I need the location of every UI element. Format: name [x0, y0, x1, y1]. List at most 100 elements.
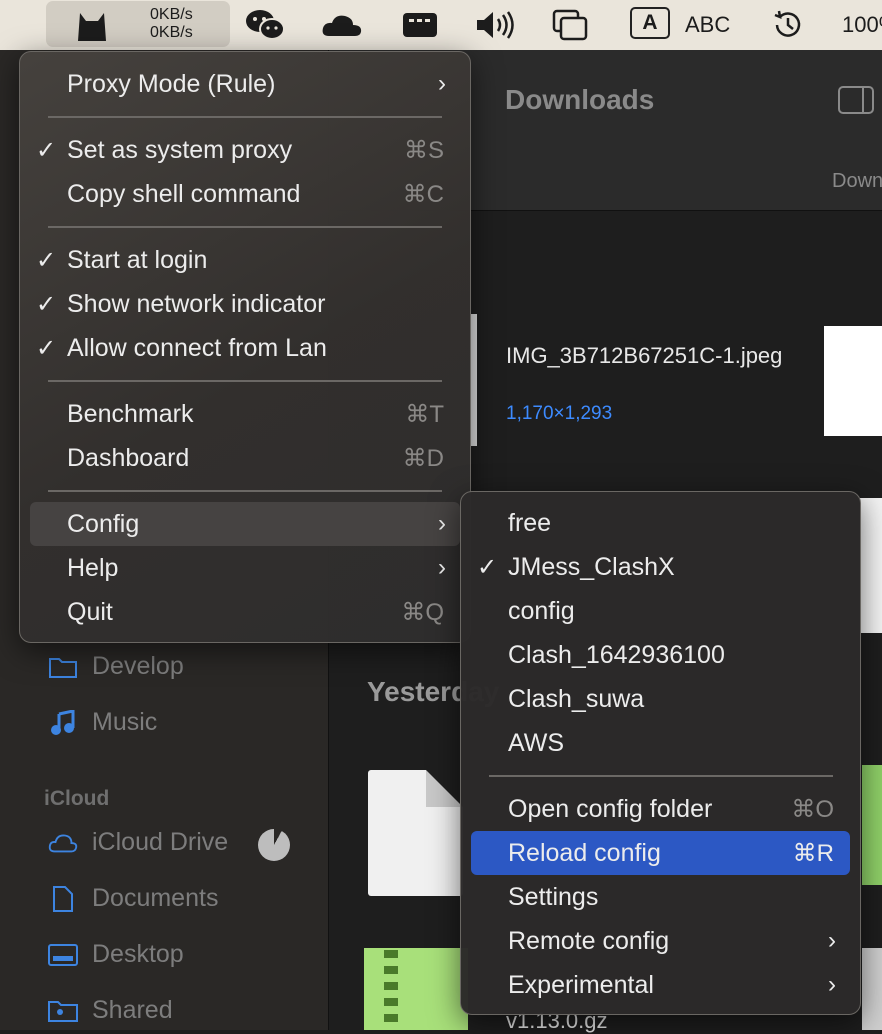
checkmark-icon: ✓	[36, 290, 57, 318]
input-source-badge[interactable]: A	[630, 7, 670, 39]
shortcut-label: ⌘S	[403, 136, 444, 164]
menu-item-label: Benchmark	[67, 399, 194, 428]
menu-item-open-config-folder[interactable]: Open config folder ⌘O	[471, 787, 850, 831]
menu-item-config[interactable]: Config ›	[30, 502, 460, 546]
config-profile-config[interactable]: config	[471, 589, 850, 633]
menu-item-show-network-indicator[interactable]: ✓ Show network indicator	[30, 282, 460, 326]
menu-item-dashboard[interactable]: Dashboard ⌘D	[30, 436, 460, 480]
shared-folder-icon	[48, 997, 78, 1025]
shortcut-label: ⌘T	[405, 400, 444, 428]
menu-item-label: Clash_1642936100	[508, 640, 725, 669]
chevron-right-icon: ›	[828, 927, 836, 954]
clashx-cat-icon[interactable]	[70, 0, 114, 50]
input-source-label[interactable]: ABC	[685, 12, 730, 38]
menu-item-label: Copy shell command	[67, 179, 301, 208]
menu-item-copy-shell-command[interactable]: Copy shell command ⌘C	[30, 172, 460, 216]
menu-item-help[interactable]: Help ›	[30, 546, 460, 590]
shortcut-label: ⌘D	[402, 444, 444, 472]
menu-item-remote-config[interactable]: Remote config ›	[471, 919, 850, 963]
menu-item-label: Quit	[67, 597, 113, 626]
config-profile-aws[interactable]: AWS	[471, 721, 850, 765]
menu-item-label: Reload config	[508, 838, 661, 867]
battery-percent[interactable]: 100%	[842, 12, 882, 38]
sidebar-item-label: Develop	[92, 652, 184, 680]
menu-item-label: free	[508, 508, 552, 537]
menu-item-label: Start at login	[67, 245, 208, 274]
checkmark-icon: ✓	[36, 246, 57, 274]
sidebar-item-develop[interactable]: Develop	[48, 652, 184, 681]
menu-item-settings[interactable]: Settings	[471, 875, 850, 919]
sidebar-item-documents[interactable]: Documents	[48, 884, 218, 913]
window-switch-icon[interactable]	[550, 0, 590, 50]
menu-item-label: Allow connect from Lan	[67, 333, 327, 362]
menu-item-label: Set as system proxy	[67, 135, 293, 164]
sidebar-section-icloud: iCloud	[44, 787, 110, 810]
file-thumbnail[interactable]	[824, 326, 882, 436]
chevron-right-icon: ›	[438, 554, 446, 581]
menu-item-label: Experimental	[508, 970, 654, 999]
chevron-right-icon: ›	[828, 971, 836, 998]
menu-item-set-system-proxy[interactable]: ✓ Set as system proxy ⌘S	[30, 128, 460, 172]
config-profile-free[interactable]: free	[471, 501, 850, 545]
cloud-icon	[48, 829, 78, 857]
menu-item-label: Settings	[508, 882, 599, 911]
menu-item-start-at-login[interactable]: ✓ Start at login	[30, 238, 460, 282]
menu-item-label: Dashboard	[67, 443, 190, 472]
folder-icon	[48, 653, 78, 681]
menubar: 0KB/s 0KB/s A ABC 100%	[0, 0, 882, 50]
menu-item-label: AWS	[508, 728, 565, 757]
onedrive-icon[interactable]	[320, 0, 364, 50]
config-submenu: free ✓ JMess_ClashX config Clash_1642936…	[460, 491, 861, 1015]
config-profile-clash-suwa[interactable]: Clash_suwa	[471, 677, 850, 721]
menu-item-allow-lan[interactable]: ✓ Allow connect from Lan	[30, 326, 460, 370]
menu-item-label: config	[508, 596, 575, 625]
sidebar-item-desktop[interactable]: Desktop	[48, 940, 184, 969]
config-profile-jmess-clashx[interactable]: ✓ JMess_ClashX	[471, 545, 850, 589]
wechat-icon[interactable]	[242, 0, 288, 50]
file-dimensions: 1,170×1,293	[506, 403, 613, 424]
checkmark-icon: ✓	[36, 136, 57, 164]
desktop-icon	[48, 941, 78, 969]
sidebar-item-music[interactable]: Music	[48, 708, 157, 737]
document-fold	[426, 770, 463, 807]
music-note-icon	[48, 709, 78, 737]
menu-item-proxy-mode[interactable]: Proxy Mode (Rule) ›	[30, 62, 460, 106]
clashx-menu: Proxy Mode (Rule) › ✓ Set as system prox…	[19, 51, 471, 643]
menu-separator	[489, 775, 833, 777]
network-speed: 0KB/s 0KB/s	[150, 6, 193, 42]
shortcut-label: ⌘Q	[401, 598, 444, 626]
menu-separator	[48, 226, 442, 228]
config-profile-clash-1642936100[interactable]: Clash_1642936100	[471, 633, 850, 677]
menu-item-label: Clash_suwa	[508, 684, 645, 713]
chevron-right-icon: ›	[438, 70, 446, 97]
menu-item-quit[interactable]: Quit ⌘Q	[30, 590, 460, 634]
menu-item-experimental[interactable]: Experimental ›	[471, 963, 850, 1007]
time-machine-icon[interactable]	[768, 0, 808, 50]
sidebar-item-icloud-drive[interactable]: iCloud Drive	[48, 828, 228, 857]
menu-separator	[48, 380, 442, 382]
zip-thumbnail[interactable]	[364, 948, 468, 1030]
menu-item-label: Remote config	[508, 926, 670, 955]
file-thumbnail[interactable]	[862, 765, 882, 885]
sidebar-item-shared[interactable]: Shared	[48, 996, 173, 1025]
chevron-right-icon: ›	[438, 510, 446, 537]
column-header[interactable]: Down	[832, 170, 882, 193]
sidebar-item-label: Music	[92, 708, 158, 736]
file-thumbnail[interactable]	[860, 498, 882, 633]
sidebar-item-label: Shared	[92, 996, 173, 1024]
menu-item-reload-config[interactable]: Reload config ⌘R	[471, 831, 850, 875]
screen-icon[interactable]	[400, 0, 440, 50]
file-thumbnail[interactable]	[862, 948, 882, 1030]
window-title: Downloads	[505, 84, 655, 115]
file-name[interactable]: IMG_3B712B67251C-1.jpeg	[506, 340, 796, 372]
checkmark-icon: ✓	[36, 334, 57, 362]
menu-separator	[48, 490, 442, 492]
shortcut-label: ⌘R	[792, 839, 834, 867]
volume-icon[interactable]	[474, 0, 518, 50]
sidebar-item-label: Desktop	[92, 940, 184, 968]
menu-item-benchmark[interactable]: Benchmark ⌘T	[30, 392, 460, 436]
sidebar-toggle-icon[interactable]	[838, 86, 874, 114]
sidebar-item-label: Documents	[92, 884, 219, 912]
menu-item-label: Help	[67, 553, 119, 582]
checkmark-icon: ✓	[477, 553, 498, 581]
